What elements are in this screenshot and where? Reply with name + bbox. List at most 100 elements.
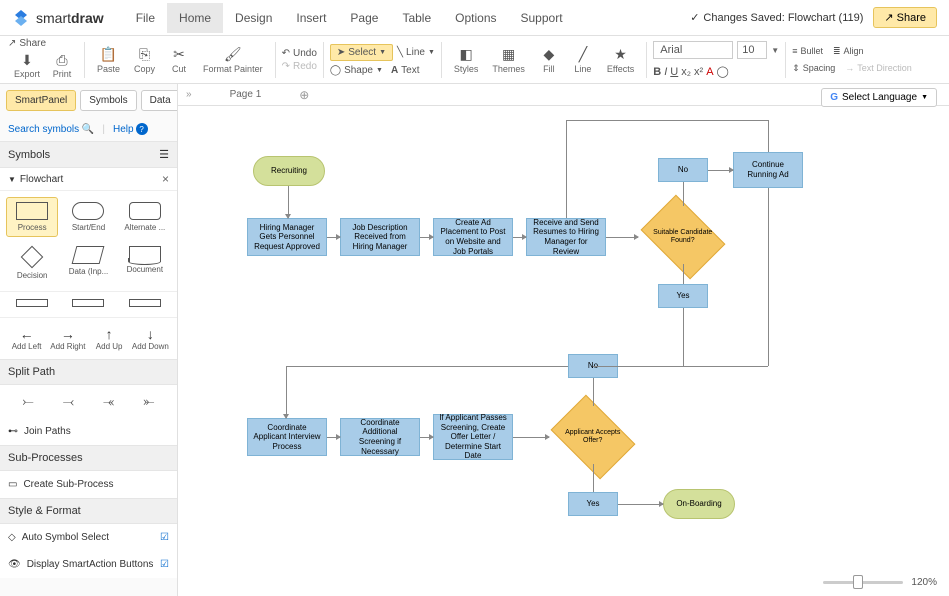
node-receive-resumes[interactable]: Receive and Send Resumes to Hiring Manag… — [526, 218, 606, 256]
menu-support[interactable]: Support — [509, 3, 575, 33]
menu-options[interactable]: Options — [443, 3, 508, 33]
menu-file[interactable]: File — [124, 3, 167, 33]
close-icon[interactable]: × — [162, 172, 169, 186]
ribbon-line-tool[interactable]: ╲Line▼ — [397, 47, 435, 58]
node-job-desc[interactable]: Job Description Received from Hiring Man… — [340, 218, 420, 256]
check-icon: ☑ — [160, 532, 169, 543]
ribbon-shape[interactable]: ◯Shape▼ — [330, 65, 383, 76]
highlight-button[interactable]: ◯ — [717, 65, 729, 78]
shape-process[interactable]: Process — [6, 197, 58, 237]
ribbon-redo[interactable]: ↷Redo — [282, 61, 317, 72]
ribbon-undo[interactable]: ↶Undo — [282, 48, 317, 59]
shape-document[interactable]: Document — [119, 241, 171, 285]
chevron-down-icon[interactable]: ▼ — [771, 46, 779, 55]
add-right[interactable]: →Add Right — [47, 324, 88, 353]
zoom-thumb[interactable] — [853, 575, 863, 589]
menu-design[interactable]: Design — [223, 3, 284, 33]
ribbon-effects[interactable]: ★Effects — [601, 44, 640, 76]
app-name-bold: draw — [71, 10, 104, 26]
auto-symbol-select[interactable]: ◇Auto Symbol Select☑ — [0, 524, 177, 551]
share-icon: ↗ — [884, 11, 893, 24]
menu-page[interactable]: Page — [338, 3, 390, 33]
tab-smartpanel[interactable]: SmartPanel — [6, 90, 76, 111]
collapse-icon[interactable]: » — [186, 89, 192, 100]
add-down[interactable]: ↓Add Down — [130, 324, 171, 353]
page-tab-1[interactable]: Page 1 — [230, 89, 262, 100]
add-page[interactable]: ⊕ — [299, 88, 309, 102]
superscript-button[interactable]: x² — [694, 66, 703, 78]
ribbon-print[interactable]: ⎙Print — [46, 49, 78, 81]
ribbon-text[interactable]: AText — [391, 65, 420, 76]
node-recruiting[interactable]: Recruiting — [253, 156, 325, 186]
underline-button[interactable]: U — [670, 66, 678, 78]
search-symbols-link[interactable]: Search symbols 🔍 — [8, 124, 94, 135]
italic-button[interactable]: I — [664, 66, 667, 78]
node-yes1[interactable]: Yes — [658, 284, 708, 308]
ribbon-cut[interactable]: ✂Cut — [163, 44, 195, 76]
node-hiring-manager[interactable]: Hiring Manager Gets Personnel Request Ap… — [247, 218, 327, 256]
menu-icon[interactable]: ☰ — [159, 148, 169, 161]
tab-data[interactable]: Data — [141, 90, 178, 111]
ribbon-styles[interactable]: ◧Styles — [448, 44, 485, 76]
tab-symbols[interactable]: Symbols — [80, 90, 136, 111]
add-left[interactable]: ←Add Left — [6, 324, 47, 353]
font-size-select[interactable]: 10 — [737, 41, 767, 59]
node-create-ad[interactable]: Create Ad Placement to Post on Website a… — [433, 218, 513, 256]
menubar: File Home Design Insert Page Table Optio… — [124, 3, 575, 33]
canvas[interactable]: Recruiting Hiring Manager Gets Personnel… — [178, 106, 949, 596]
font-select[interactable]: Arial — [653, 41, 733, 59]
ribbon-share[interactable]: ↗Share — [8, 38, 46, 49]
ribbon-text-direction[interactable]: → Text Direction — [845, 63, 912, 73]
add-up[interactable]: ↑Add Up — [89, 324, 130, 353]
shape-category[interactable]: ▼ Flowchart × — [0, 168, 177, 191]
shape-alternate[interactable]: Alternate ... — [119, 197, 171, 237]
shape-startend[interactable]: Start/End — [62, 197, 114, 237]
menu-table[interactable]: Table — [390, 3, 443, 33]
shape-more-2[interactable] — [62, 294, 114, 315]
node-no1[interactable]: No — [658, 158, 708, 182]
check-icon: ☑ — [160, 559, 169, 570]
ribbon-align[interactable]: ≣ Align — [833, 46, 864, 57]
ribbon-bullet[interactable]: ≡ Bullet — [792, 46, 823, 56]
shape-decision[interactable]: Decision — [6, 241, 58, 285]
shape-data[interactable]: Data (Inp... — [62, 241, 114, 285]
create-subprocess[interactable]: ▭Create Sub-Process — [0, 471, 177, 498]
display-smartaction[interactable]: 👁Display SmartAction Buttons☑ — [0, 551, 177, 578]
ribbon-fill[interactable]: ◆Fill — [533, 44, 565, 76]
ribbon-copy[interactable]: ⎘Copy — [128, 44, 161, 76]
node-yes2[interactable]: Yes — [568, 492, 618, 516]
language-select[interactable]: G Select Language ▼ — [821, 88, 937, 107]
subscript-button[interactable]: x₂ — [681, 66, 691, 78]
ribbon-format-painter[interactable]: 🖌Format Painter — [197, 44, 269, 76]
shape-more-3[interactable] — [119, 294, 171, 315]
share-icon: ↗ — [8, 38, 16, 49]
ribbon-spacing[interactable]: ⇕ Spacing — [792, 63, 835, 74]
menu-insert[interactable]: Insert — [284, 3, 338, 33]
node-continue-ad[interactable]: Continue Running Ad — [733, 152, 803, 188]
help-link[interactable]: Help ? — [113, 123, 148, 135]
split-1[interactable]: ⤚ — [8, 393, 48, 410]
node-onboarding[interactable]: On-Boarding — [663, 489, 735, 519]
font-color-button[interactable]: A — [706, 66, 713, 78]
split-4[interactable]: ⤜ — [129, 393, 169, 410]
ribbon-themes[interactable]: ▦Themes — [486, 44, 531, 76]
share-button[interactable]: ↗ Share — [873, 7, 937, 28]
node-interview[interactable]: Coordinate Applicant Interview Process — [247, 418, 327, 456]
split-2[interactable]: ⤙ — [48, 393, 88, 410]
ribbon-paste[interactable]: 📋Paste — [91, 44, 126, 76]
menu-home[interactable]: Home — [167, 3, 223, 33]
shape-more-1[interactable] — [6, 294, 58, 315]
ribbon-export[interactable]: ⬇Export — [8, 49, 46, 81]
paste-icon: 📋 — [100, 46, 117, 64]
symbols-header: Symbols ☰ — [0, 141, 177, 168]
subprocess-icon: ▭ — [8, 479, 17, 490]
bold-button[interactable]: B — [653, 66, 661, 78]
zoom-slider[interactable] — [823, 581, 903, 584]
split-3[interactable]: ⤛ — [89, 393, 129, 410]
node-screening[interactable]: Coordinate Additional Screening if Neces… — [340, 418, 420, 456]
ribbon-select[interactable]: ➤Select▼ — [330, 44, 393, 61]
ribbon-line-style[interactable]: ╱Line — [567, 44, 599, 76]
node-offer-letter[interactable]: If Applicant Passes Screening, Create Of… — [433, 414, 513, 460]
redo-icon: ↷ — [282, 61, 290, 72]
join-paths[interactable]: ⊷Join Paths — [0, 418, 177, 445]
